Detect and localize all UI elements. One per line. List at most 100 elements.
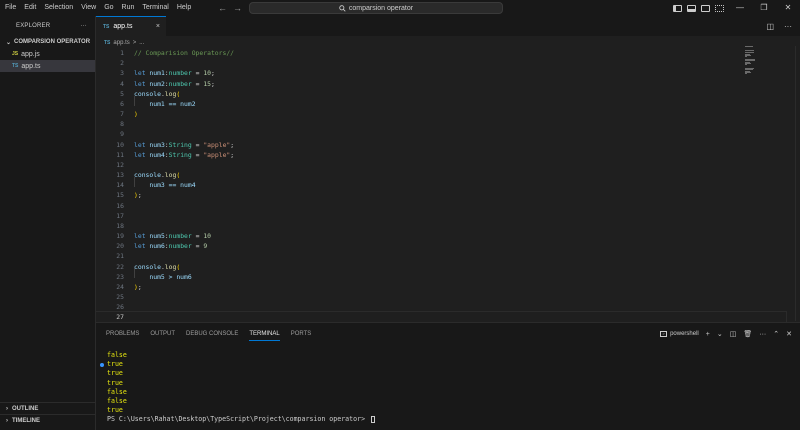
menu-edit[interactable]: Edit xyxy=(20,0,40,16)
terminal-line: true xyxy=(107,369,123,378)
restore-button[interactable]: ❐ xyxy=(752,0,776,16)
menu-terminal[interactable]: Terminal xyxy=(138,0,172,16)
code-line[interactable]: 27 xyxy=(95,311,787,324)
code-line[interactable]: 23 num5 > num6 xyxy=(96,272,786,282)
terminal-line: false xyxy=(107,387,127,396)
close-window-button[interactable]: ✕ xyxy=(776,0,800,16)
line-number: 20 xyxy=(116,242,124,251)
folder-name: COMPARSION OPERATOR xyxy=(14,39,91,45)
line-number: 24 xyxy=(116,282,124,291)
command-center[interactable]: comparsion operator xyxy=(249,2,503,14)
split-editor-icon[interactable]: ◫ xyxy=(766,22,774,31)
new-terminal-icon[interactable]: + xyxy=(706,331,710,338)
folder-root[interactable]: ⌄ COMPARSION OPERATOR xyxy=(0,36,95,48)
file-item-app-ts[interactable]: TS app.ts xyxy=(0,60,95,72)
code-line[interactable]: 22 console.log( xyxy=(96,262,786,272)
breadcrumb-rest[interactable]: ... xyxy=(139,40,144,46)
more-actions-icon[interactable]: ··· xyxy=(759,331,766,338)
menu-run[interactable]: Run xyxy=(118,0,139,16)
menu-view[interactable]: View xyxy=(77,0,100,16)
terminal-cursor xyxy=(371,415,376,423)
code-line[interactable]: 15); xyxy=(96,190,786,200)
editor-scrollbar[interactable] xyxy=(795,46,799,321)
code-line[interactable]: 7) xyxy=(96,109,786,119)
menu-help[interactable]: Help xyxy=(173,0,195,16)
tab-output[interactable]: OUTPUT xyxy=(150,327,175,341)
terminal-shell-selector[interactable]: > powershell xyxy=(660,331,699,337)
maximize-panel-icon[interactable]: ⌃ xyxy=(773,330,779,338)
code-line[interactable]: 16 xyxy=(96,201,786,211)
menu-go[interactable]: Go xyxy=(100,0,117,16)
tab-problems[interactable]: PROBLEMS xyxy=(106,327,139,341)
line-number: 21 xyxy=(116,252,124,261)
close-icon[interactable]: × xyxy=(156,23,160,30)
forward-arrow-icon[interactable]: → xyxy=(233,3,242,13)
code-line[interactable]: 1 // Comparision Operators// xyxy=(96,48,786,58)
split-terminal-icon[interactable]: ◫ xyxy=(730,330,737,338)
more-actions-icon[interactable]: ··· xyxy=(784,22,792,31)
line-number: 5 xyxy=(120,89,124,98)
code-line[interactable]: 19 let num5:number = 10 xyxy=(96,231,786,241)
outline-label: OUTLINE xyxy=(12,405,39,412)
toggle-panel-icon[interactable] xyxy=(687,4,696,12)
terminal-output[interactable]: false true true true false false true PS… xyxy=(100,351,376,425)
code-line[interactable]: 3 let num1:number = 10; xyxy=(96,68,786,78)
code-line[interactable]: 2 xyxy=(96,58,786,68)
window-controls: — ❐ ✕ xyxy=(728,0,800,16)
code-line[interactable]: 5 console.log( xyxy=(96,89,786,99)
code-line[interactable]: 4 let num2:number = 15; xyxy=(96,79,786,89)
code-line[interactable]: 25 xyxy=(96,292,786,302)
code-line[interactable]: 14 num3 == num4 xyxy=(96,180,786,190)
code-line[interactable]: 17 xyxy=(96,211,786,221)
line-number: 26 xyxy=(116,303,124,312)
code-line[interactable]: 26 xyxy=(96,302,786,312)
code-line[interactable]: 20 let num6:number = 9 xyxy=(96,241,786,251)
minimap[interactable] xyxy=(745,46,757,96)
toggle-secondary-sidebar-icon[interactable] xyxy=(701,4,710,12)
ts-file-icon: TS xyxy=(103,23,110,30)
toggle-sidebar-icon[interactable] xyxy=(673,4,682,12)
tab-ports[interactable]: PORTS xyxy=(291,327,312,341)
code-line[interactable]: 18 xyxy=(96,221,786,231)
menu-selection[interactable]: Selection xyxy=(40,0,77,16)
breadcrumb-file[interactable]: app.ts xyxy=(113,40,129,46)
code-text: let num5:number = 10 xyxy=(134,232,212,241)
outline-section[interactable]: › OUTLINE xyxy=(0,402,96,414)
code-line[interactable]: 10 let num3:String = "apple"; xyxy=(96,140,786,150)
tab-label: app.ts xyxy=(113,23,133,30)
code-line[interactable]: 21 xyxy=(96,251,786,261)
file-item-app-js[interactable]: JS app.js xyxy=(0,48,95,60)
command-decoration-icon[interactable] xyxy=(100,362,104,367)
code-line[interactable]: 12 xyxy=(96,160,786,170)
tab-terminal[interactable]: TERMINAL xyxy=(249,327,280,341)
navigation-arrows: ← → xyxy=(218,0,242,16)
line-number: 22 xyxy=(116,262,124,271)
code-text: let num4:String = "apple"; xyxy=(134,150,235,159)
timeline-section[interactable]: › TIMELINE xyxy=(0,414,96,426)
title-bar: File Edit Selection View Go Run Terminal… xyxy=(0,0,800,16)
code-line[interactable]: 6 num1 == num2 xyxy=(96,99,786,109)
tab-debug-console[interactable]: DEBUG CONSOLE xyxy=(186,327,238,341)
trash-icon[interactable]: 🗑 xyxy=(743,330,752,338)
terminal-line-text: true xyxy=(107,360,123,369)
explorer-more-button[interactable]: ··· xyxy=(80,23,87,29)
menu-file[interactable]: File xyxy=(0,0,20,16)
code-editor[interactable]: 1 // Comparision Operators// 2 3 let num1:nu… xyxy=(95,47,800,324)
code-line[interactable]: 9 xyxy=(96,129,786,139)
line-number: 6 xyxy=(120,99,124,108)
code-line[interactable]: 24); xyxy=(96,282,786,292)
close-panel-icon[interactable]: ✕ xyxy=(786,330,792,338)
code-text: num1 == num2 xyxy=(149,99,196,108)
line-number: 15 xyxy=(116,191,124,200)
chevron-down-icon[interactable]: ⌄ xyxy=(717,330,723,338)
tab-app-ts[interactable]: TS app.ts × xyxy=(96,16,166,36)
back-arrow-icon[interactable]: ← xyxy=(218,3,227,13)
terminal-line: true xyxy=(100,360,375,369)
code-line[interactable]: 11 let num4:String = "apple"; xyxy=(96,150,786,160)
minimize-button[interactable]: — xyxy=(728,0,752,16)
customize-layout-icon[interactable] xyxy=(715,4,724,12)
code-line[interactable]: 13 console.log( xyxy=(96,170,786,180)
code-text: console.log( xyxy=(134,89,181,98)
code-line[interactable]: 8 xyxy=(96,119,786,129)
shell-name: powershell xyxy=(670,331,699,337)
